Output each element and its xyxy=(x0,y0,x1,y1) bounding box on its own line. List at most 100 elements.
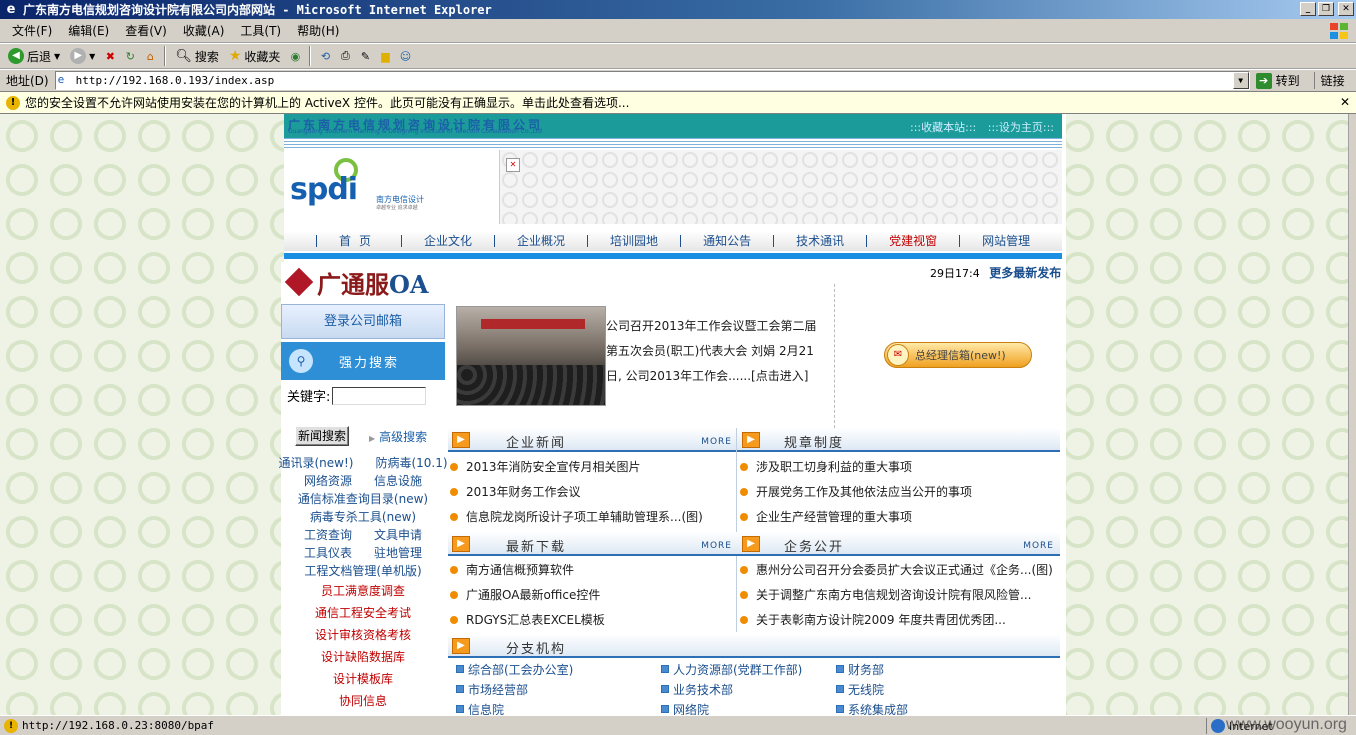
bookmark-site-link[interactable]: :::收藏本站::: xyxy=(910,121,976,134)
nav-overview[interactable]: 企业概况 xyxy=(494,235,587,247)
list-item[interactable]: 涉及职工切身利益的重大事项 xyxy=(740,454,1060,479)
link-template-library[interactable]: 设计模板库 xyxy=(281,668,445,690)
main-nav: 首页 企业文化 企业概况 培训园地 通知公告 技术通讯 党建视窗 网站管理 xyxy=(284,231,1062,251)
nav-tech[interactable]: 技术通讯 xyxy=(773,235,866,247)
link-safety-exam[interactable]: 通信工程安全考试 xyxy=(281,602,445,624)
close-button[interactable]: ✕ xyxy=(1338,2,1354,16)
link-site-management[interactable]: 驻地管理 xyxy=(374,544,422,562)
link-stationery[interactable]: 文具申请 xyxy=(374,526,422,544)
advanced-search-link[interactable]: ▶ 高级搜索 xyxy=(369,428,427,445)
square-bullet-icon xyxy=(661,685,669,693)
list-item[interactable]: RDGYS汇总表EXCEL模板 xyxy=(450,607,734,632)
messenger-button[interactable]: ☺ xyxy=(396,47,414,65)
bullet-icon xyxy=(740,487,748,496)
link-defect-database[interactable]: 设计缺陷数据库 xyxy=(281,646,445,668)
link-contacts[interactable]: 通讯录(new!) xyxy=(278,454,353,472)
menu-favorites[interactable]: 收藏(A) xyxy=(175,22,233,39)
vertical-scrollbar[interactable] xyxy=(1348,114,1356,715)
branch-item[interactable]: 财务部 xyxy=(836,659,884,679)
maximize-button[interactable]: ❐ xyxy=(1318,2,1334,16)
list-item[interactable]: 信息院龙岗所设计子项工单辅助管理系...(图) xyxy=(450,504,734,529)
forward-button[interactable]: ▶ ▼ xyxy=(66,45,99,67)
link-salary[interactable]: 工资查询 xyxy=(304,526,352,544)
branch-item[interactable]: 系统集成部 xyxy=(836,699,908,715)
list-item[interactable]: 惠州分公司召开分会委员扩大会议正式通过《企务...(图) xyxy=(740,557,1066,582)
link-antivirus[interactable]: 防病毒(10.1) xyxy=(375,454,447,472)
list-item[interactable]: 广通服OA最新office控件 xyxy=(450,582,734,607)
logo-slogan: 卓越专业 追求卓越 xyxy=(376,205,418,211)
print-button[interactable]: ⎙ xyxy=(336,47,354,65)
link-network-resources[interactable]: 网络资源 xyxy=(304,472,352,490)
menu-help[interactable]: 帮助(H) xyxy=(289,22,347,39)
stop-button[interactable]: ✖ xyxy=(101,47,119,65)
nav-admin[interactable]: 网站管理 xyxy=(959,235,1052,247)
link-doc-management[interactable]: 工程文档管理(单机版) xyxy=(304,562,421,580)
login-mail-button[interactable]: 登录公司邮箱 xyxy=(281,304,445,339)
discuss-button[interactable]: ▆ xyxy=(376,47,394,65)
menu-tools[interactable]: 工具(T) xyxy=(232,22,289,39)
branch-item[interactable]: 网络院 xyxy=(661,699,836,715)
list-item[interactable]: 2013年消防安全宣传月相关图片 xyxy=(450,454,734,479)
branch-item[interactable]: 无线院 xyxy=(836,679,884,699)
link-instruments[interactable]: 工具仪表 xyxy=(304,544,352,562)
branch-item[interactable]: 信息院 xyxy=(456,699,661,715)
list-item[interactable]: 2013年财务工作会议 xyxy=(450,479,734,504)
more-latest-link[interactable]: 更多最新发布 xyxy=(989,266,1061,280)
affairs-more[interactable]: MORE xyxy=(1023,541,1054,551)
minimize-button[interactable]: _ xyxy=(1300,2,1316,16)
list-item[interactable]: 开展党务工作及其他依法应当公开的事项 xyxy=(740,479,1060,504)
favorites-button[interactable]: ★ 收藏夹 xyxy=(225,45,285,67)
set-homepage-link[interactable]: :::设为主页::: xyxy=(988,121,1054,134)
branch-item[interactable]: 人力资源部(党群工作部) xyxy=(661,659,836,679)
downloads-header: ▶ 最新下载 MORE xyxy=(448,532,738,556)
company-news-more[interactable]: MORE xyxy=(701,437,732,447)
manager-mailbox-button[interactable]: ✉ 总经理信箱(new!) xyxy=(884,342,1032,368)
nav-party[interactable]: 党建视窗 xyxy=(866,235,959,247)
list-item[interactable]: 南方通信概预算软件 xyxy=(450,557,734,582)
nav-notices[interactable]: 通知公告 xyxy=(680,235,773,247)
history-button[interactable]: ⟲ xyxy=(316,47,334,65)
nav-training[interactable]: 培训园地 xyxy=(587,235,680,247)
list-item[interactable]: 关于调整广东南方电信规划咨询设计院有限风险管... xyxy=(740,582,1066,607)
nav-culture[interactable]: 企业文化 xyxy=(401,235,494,247)
strong-search-header[interactable]: ⚲ 强力搜索 xyxy=(281,342,445,380)
menu-file[interactable]: 文件(F) xyxy=(4,22,60,39)
downloads-more[interactable]: MORE xyxy=(701,541,732,551)
site-logo[interactable]: spdi 南方电信设计 卓越专业 追求卓越 xyxy=(284,150,500,224)
url-input[interactable]: e http://192.168.0.193/index.asp ▼ xyxy=(54,71,1250,90)
stop-icon: ✖ xyxy=(105,49,115,63)
oa-logo[interactable]: 广通服OA xyxy=(284,266,441,299)
branch-item[interactable]: 业务技术部 xyxy=(661,679,836,699)
latest-date: 29日17:4 xyxy=(930,267,980,280)
menu-edit[interactable]: 编辑(E) xyxy=(60,22,117,39)
branch-item[interactable]: 综合部(工会办公室) xyxy=(456,659,661,679)
nav-home[interactable]: 首页 xyxy=(316,235,401,247)
keyword-input[interactable] xyxy=(332,386,427,405)
home-button[interactable]: ⌂ xyxy=(141,47,159,65)
featured-text[interactable]: 公司召开2013年工作会议暨工会第二届第五次会员(职工)代表大会 刘娟 2月21… xyxy=(606,314,828,389)
menu-view[interactable]: 查看(V) xyxy=(117,22,175,39)
list-item[interactable]: 企业生产经营管理的重大事项 xyxy=(740,504,1060,529)
back-button[interactable]: ◀ 后退 ▼ xyxy=(4,45,64,67)
search-button[interactable]: 🔍︎ 搜索 xyxy=(171,45,223,67)
link-info-facilities[interactable]: 信息设施 xyxy=(374,472,422,490)
branch-item[interactable]: 市场经营部 xyxy=(456,679,661,699)
links-button[interactable]: 链接 xyxy=(1313,72,1345,89)
link-standards-catalog[interactable]: 通信标准查询目录(new) xyxy=(298,490,428,508)
media-button[interactable]: ◉ xyxy=(286,47,304,65)
news-search-button[interactable]: 新闻搜索 xyxy=(295,426,350,446)
list-item[interactable]: 关于表彰南方设计院2009 年度共青团优秀团... xyxy=(740,607,1066,632)
close-icon[interactable]: ✕ xyxy=(1340,95,1350,109)
link-design-qualification[interactable]: 设计审核资格考核 xyxy=(281,624,445,646)
security-info-bar[interactable]: ! 您的安全设置不允许网站使用安装在您的计算机上的 ActiveX 控件。此页可… xyxy=(0,91,1356,114)
edit-button[interactable]: ✎ xyxy=(356,47,374,65)
refresh-button[interactable]: ↻ xyxy=(121,47,139,65)
forward-dropdown-icon[interactable]: ▼ xyxy=(89,52,95,61)
go-button[interactable]: ➔ 转到 xyxy=(1255,72,1300,89)
back-dropdown-icon[interactable]: ▼ xyxy=(54,52,60,61)
featured-photo[interactable] xyxy=(456,306,606,406)
link-collab-info[interactable]: 协同信息 xyxy=(281,690,445,712)
link-virus-removal[interactable]: 病毒专杀工具(new) xyxy=(310,508,416,526)
address-dropdown-icon[interactable]: ▼ xyxy=(1232,72,1249,89)
link-satisfaction-survey[interactable]: 员工满意度调查 xyxy=(281,580,445,602)
